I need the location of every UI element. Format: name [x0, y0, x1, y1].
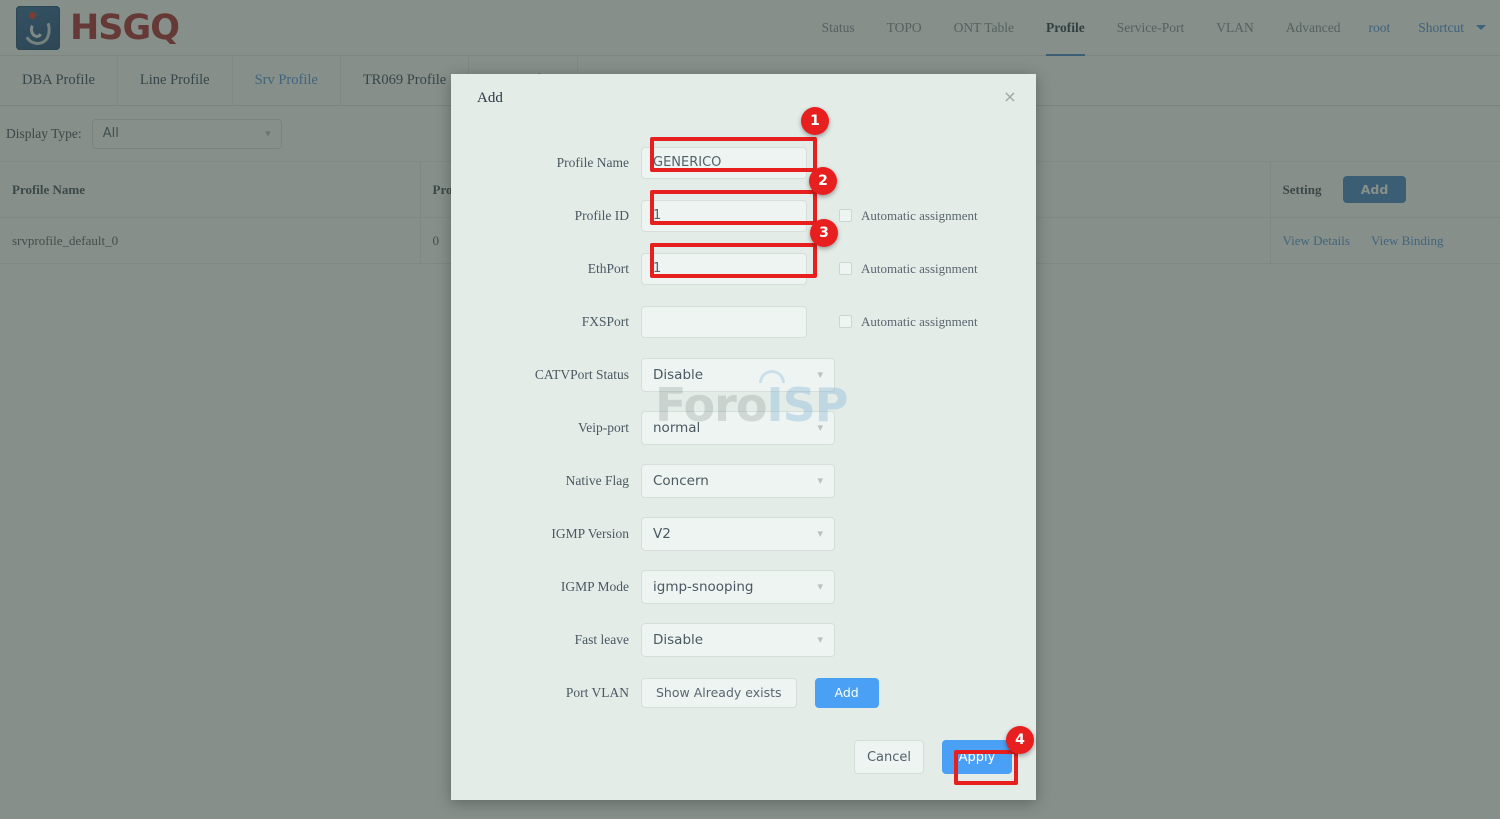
chevron-down-icon: ▾ [817, 580, 823, 593]
chevron-down-icon: ▾ [817, 368, 823, 381]
label-igmp-version: IGMP Version [551, 525, 629, 541]
igmp-version-value: V2 [653, 525, 671, 542]
fast-leave-value: Disable [653, 631, 704, 648]
veip-port-value: normal [653, 419, 701, 436]
chevron-down-icon: ▾ [817, 421, 823, 434]
screen: HSGQ Status TOPO ONT Table Profile Servi… [0, 0, 1500, 819]
add-srv-profile-dialog: Add × Profile Name GENERICO Profile ID 1… [451, 74, 1036, 800]
label-native-flag: Native Flag [565, 472, 629, 488]
dialog-title: Add [477, 90, 503, 106]
fxsport-auto-assign[interactable]: Automatic assignment [839, 314, 978, 330]
chevron-down-icon: ▾ [817, 633, 823, 646]
native-flag-value: Concern [653, 472, 709, 489]
close-icon[interactable]: × [1001, 88, 1019, 106]
form-row-native-flag: Native Flag Concern ▾ [451, 454, 1036, 507]
cancel-button[interactable]: Cancel [854, 740, 924, 774]
checkbox-icon[interactable] [839, 209, 852, 222]
igmp-mode-select[interactable]: igmp-snooping ▾ [641, 569, 835, 604]
apply-button[interactable]: Apply [942, 740, 1012, 774]
fxsport-input[interactable] [641, 305, 807, 338]
label-ethport: EthPort [587, 260, 629, 276]
veip-port-select[interactable]: normal ▾ [641, 410, 835, 445]
fast-leave-select[interactable]: Disable ▾ [641, 622, 835, 657]
form-row-fast-leave: Fast leave Disable ▾ [451, 613, 1036, 666]
label-veip-port: Veip-port [578, 419, 629, 435]
label-catvport-status: CATVPort Status [534, 366, 629, 382]
dialog-form: Profile Name GENERICO Profile ID 1 Autom… [451, 122, 1036, 719]
form-row-port-vlan: Port VLAN Show Already exists Add [451, 666, 1036, 719]
label-fast-leave: Fast leave [574, 631, 629, 647]
chevron-down-icon: ▾ [817, 474, 823, 487]
profile-id-auto-assign[interactable]: Automatic assignment [839, 208, 978, 224]
form-row-igmp-mode: IGMP Mode igmp-snooping ▾ [451, 560, 1036, 613]
ethport-input[interactable]: 1 [641, 252, 807, 285]
form-row-ethport: EthPort 1 Automatic assignment [451, 242, 1036, 295]
form-row-veip-port: Veip-port normal ▾ [451, 401, 1036, 454]
igmp-version-select[interactable]: V2 ▾ [641, 516, 835, 551]
label-port-vlan: Port VLAN [565, 684, 629, 700]
form-row-catvport-status: CATVPort Status Disable ▾ [451, 348, 1036, 401]
checkbox-icon[interactable] [839, 315, 852, 328]
label-igmp-mode: IGMP Mode [560, 578, 629, 594]
auto-assign-label: Automatic assignment [861, 207, 978, 223]
form-row-profile-id: Profile ID 1 Automatic assignment [451, 189, 1036, 242]
port-vlan-add-button[interactable]: Add [814, 677, 879, 708]
native-flag-select[interactable]: Concern ▾ [641, 463, 835, 498]
ethport-auto-assign[interactable]: Automatic assignment [839, 261, 978, 277]
profile-id-input[interactable]: 1 [641, 199, 807, 232]
catvport-status-select[interactable]: Disable ▾ [641, 357, 835, 392]
profile-name-input[interactable]: GENERICO [641, 146, 807, 179]
label-profile-name: Profile Name [556, 154, 629, 170]
checkbox-icon[interactable] [839, 262, 852, 275]
auto-assign-label: Automatic assignment [861, 313, 978, 329]
igmp-mode-value: igmp-snooping [653, 578, 754, 595]
form-row-igmp-version: IGMP Version V2 ▾ [451, 507, 1036, 560]
dialog-footer: Cancel Apply [854, 740, 1012, 774]
form-row-profile-name: Profile Name GENERICO [451, 136, 1036, 189]
auto-assign-label: Automatic assignment [861, 260, 978, 276]
label-profile-id: Profile ID [574, 207, 629, 223]
chevron-down-icon: ▾ [817, 527, 823, 540]
dialog-header: Add × [451, 74, 1036, 122]
label-fxsport: FXSPort [581, 313, 629, 329]
form-row-fxsport: FXSPort Automatic assignment [451, 295, 1036, 348]
catvport-status-value: Disable [653, 366, 704, 383]
show-already-exists-button[interactable]: Show Already exists [641, 677, 797, 708]
